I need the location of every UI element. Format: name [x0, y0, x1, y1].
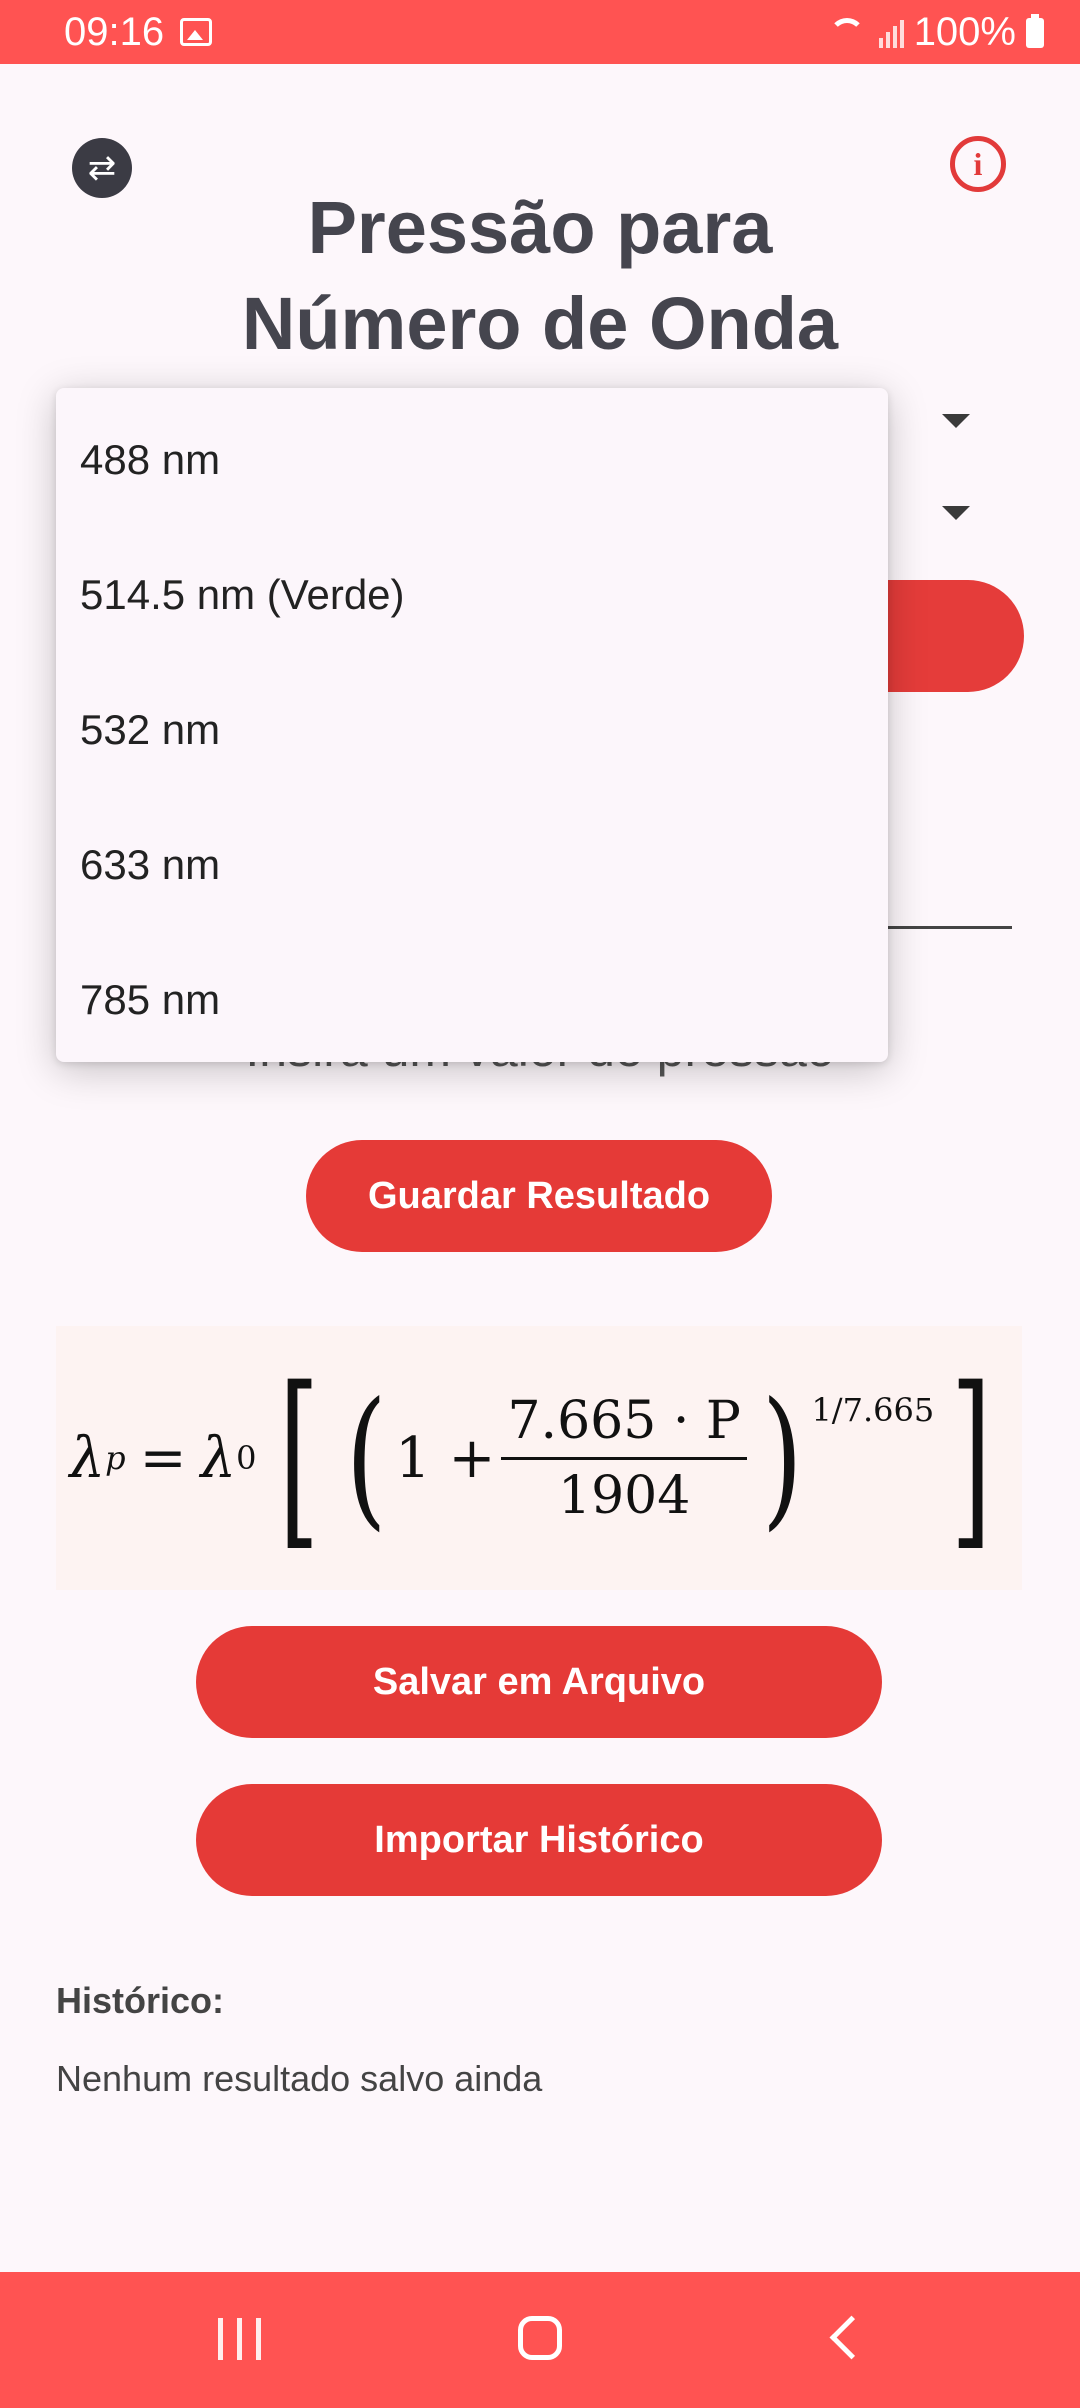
wavelength-dropdown-menu: 488 nm 514.5 nm (Verde) 532 nm 633 nm 78… — [56, 388, 888, 1062]
swap-icon[interactable]: ⇄ — [72, 138, 132, 198]
dropdown-item-514[interactable]: 514.5 nm (Verde) — [56, 527, 888, 662]
navigation-bar — [0, 2272, 1080, 2408]
chevron-down-icon[interactable] — [942, 414, 970, 428]
dropdown-item-532[interactable]: 532 nm — [56, 662, 888, 797]
formula-box: λp = λ0 [ ( 1 + 7.665 · P 1904 ) 1/7.665… — [56, 1326, 1022, 1590]
signal-icon — [878, 18, 904, 48]
status-bar: 09:16 100% — [0, 0, 1080, 64]
dropdown-item-488[interactable]: 488 nm — [56, 392, 888, 527]
battery-percent: 100% — [913, 10, 1016, 54]
wifi-icon — [828, 17, 869, 48]
dropdown-item-785[interactable]: 785 nm — [56, 932, 888, 1067]
formula-numerator: 7.665 · P — [501, 1391, 747, 1460]
status-time: 09:16 — [64, 10, 165, 54]
formula-lhs-sub: p — [105, 1439, 126, 1477]
pressure-input-underline[interactable] — [880, 926, 1012, 929]
formula-right-paren: ) — [761, 1371, 803, 1545]
formula: λp = λ0 [ ( 1 + 7.665 · P 1904 ) 1/7.665… — [70, 1363, 1009, 1553]
formula-lambda0: λ — [200, 1425, 237, 1491]
save-result-button[interactable]: Guardar Resultado — [306, 1140, 772, 1252]
back-icon[interactable] — [829, 2315, 874, 2360]
page-title-line1: Pressão para — [307, 186, 773, 269]
recent-apps-icon[interactable] — [218, 2318, 261, 2360]
image-notification-icon — [180, 18, 212, 46]
formula-denominator: 1904 — [558, 1465, 691, 1526]
page-title: Pressão para Número de Onda — [180, 180, 900, 372]
chevron-down-icon[interactable] — [942, 506, 970, 520]
info-icon[interactable]: i — [950, 136, 1006, 192]
formula-lambda0-sub: 0 — [236, 1439, 257, 1477]
formula-lhs: λ — [69, 1425, 106, 1491]
formula-exponent: 1/7.665 — [811, 1391, 935, 1429]
save-file-button[interactable]: Salvar em Arquivo — [196, 1626, 882, 1738]
formula-left-bracket: [ — [279, 1347, 320, 1568]
history-empty-text: Nenhum resultado salvo ainda — [56, 2058, 543, 2099]
formula-fraction: 7.665 · P 1904 — [501, 1391, 747, 1526]
page-title-line2: Número de Onda — [241, 282, 839, 365]
status-right: 100% — [828, 10, 1044, 55]
home-icon[interactable] — [518, 2316, 562, 2360]
dropdown-item-633[interactable]: 633 nm — [56, 797, 888, 932]
formula-one-plus: 1 + — [395, 1425, 496, 1491]
formula-right-bracket: ] — [950, 1347, 992, 1568]
battery-icon — [1026, 13, 1044, 48]
history-label: Histórico: — [56, 1980, 225, 2021]
formula-left-paren: ( — [345, 1371, 387, 1545]
import-history-button[interactable]: Importar Histórico — [196, 1784, 882, 1896]
formula-equals: = — [139, 1425, 187, 1491]
